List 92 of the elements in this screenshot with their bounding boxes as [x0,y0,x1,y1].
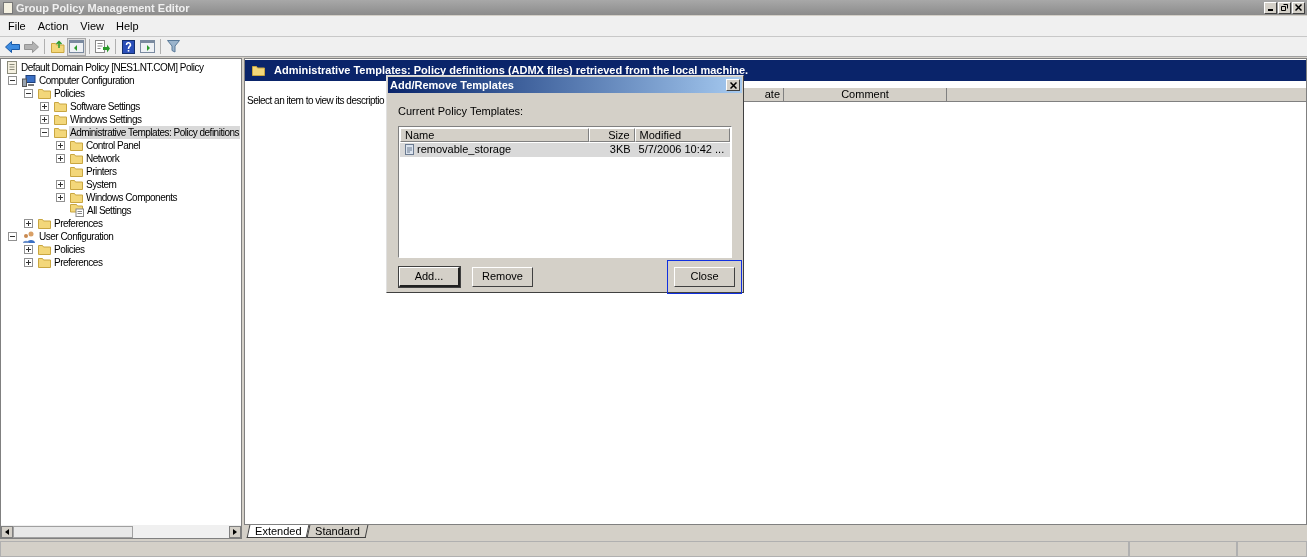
tree-pane-icon [69,40,84,53]
close-button[interactable] [726,79,740,91]
scroll-icon [6,61,18,74]
folder-icon [54,127,67,138]
expand-icon[interactable] [56,193,65,202]
close-icon [1295,4,1302,11]
collapse-icon[interactable] [40,128,49,137]
collapse-icon[interactable] [8,232,17,241]
view-tab[interactable]: Extended [246,525,310,538]
menu-item[interactable]: Action [31,17,75,35]
column-header[interactable]: Comment [783,88,947,101]
folder-icon [70,179,83,190]
users-icon [22,230,36,243]
minimize-button[interactable] [1264,1,1277,14]
toolbar-button[interactable] [119,37,138,56]
app-icon [3,1,13,14]
window-title: Group Policy Management Editor [16,0,190,15]
tree-item[interactable]: Default Domain Policy [NES1.NT.COM] Policy [20,61,205,74]
collapse-icon[interactable] [8,76,17,85]
export-list-icon [95,40,110,53]
document-icon [405,144,414,155]
scroll-right-button[interactable] [229,525,241,538]
folder-icon [38,244,51,255]
template-name: removable_storage [417,142,512,158]
restore-button[interactable] [1278,1,1291,14]
expand-icon[interactable] [40,102,49,111]
folder-icon [38,218,51,229]
template-modified: 5/7/2006 10:42 ... [637,142,726,158]
tree-item[interactable]: Administrative Templates: Policy definitions [69,126,240,139]
expand-icon[interactable] [24,245,33,254]
expand-icon[interactable] [40,115,49,124]
tree-item[interactable]: Control Panel [85,139,142,152]
expand-icon[interactable] [56,154,65,163]
template-row[interactable]: removable_storage 3KB 5/7/2006 10:42 ... [400,142,730,157]
dialog-title: Add/Remove Templates [390,77,514,93]
tree-item[interactable]: Windows Components [85,191,179,204]
computer-icon [22,74,36,87]
dialog-button[interactable]: Close [674,266,735,287]
tree-item[interactable]: User Configuration [38,230,115,243]
folder-icon [252,65,265,76]
tree-item[interactable]: Windows Settings [69,113,143,126]
tree-item[interactable]: Policies [53,87,86,100]
expand-icon[interactable] [56,141,65,150]
folder-icon [54,101,67,112]
details-title: Administrative Templates: Policy definitions (ADMX files) retrieved from the local machine. [274,63,749,79]
right-arrow-icon [233,528,237,535]
view-tab[interactable]: Standard [307,525,369,538]
tree-item[interactable]: System [85,178,118,191]
tree-item[interactable]: Policies [53,243,86,256]
folder-icon [54,114,67,125]
menu-item[interactable]: View [74,17,110,35]
column-header[interactable]: Modified [634,127,730,142]
folder-icon [70,153,83,164]
close-button[interactable] [1292,1,1305,14]
expand-icon[interactable] [24,258,33,267]
tree-item[interactable]: Software Settings [69,100,141,113]
action-pane-icon [140,40,155,53]
template-size: 3KB [608,142,632,158]
menu-item[interactable]: Help [109,17,145,35]
dialog-button[interactable]: Remove [472,266,533,287]
close-icon [729,81,737,89]
scroll-thumb[interactable] [13,525,133,538]
folder-up-icon [50,40,65,53]
folder-icon [70,166,83,177]
tree-item[interactable]: Preferences [53,217,104,230]
back-arrow-icon [5,40,20,53]
tree-item[interactable]: All Settings [86,204,133,217]
scroll-left-button[interactable] [1,525,13,538]
menu-item[interactable]: File [2,17,32,35]
horizontal-scrollbar[interactable] [1,525,241,538]
dialog-button[interactable]: Add... [399,266,460,287]
help-icon [122,39,135,54]
column-header[interactable]: ate [741,88,783,101]
folder-icon [70,192,83,203]
filter-icon [167,40,180,53]
collapse-icon[interactable] [24,89,33,98]
column-header[interactable]: Name [400,127,589,142]
tree-item[interactable]: Network [85,152,121,165]
description-text: Select an item to view its descriptio [247,95,385,106]
tree-item[interactable]: Preferences [53,256,104,269]
folder-icon [38,257,51,268]
left-arrow-icon [5,528,9,535]
column-header[interactable]: Size [588,127,635,142]
templates-label: Current Policy Templates: [398,104,525,119]
expand-icon[interactable] [56,180,65,189]
expand-icon[interactable] [24,219,33,228]
settings-list-icon [70,204,84,217]
tree-item[interactable]: Printers [85,165,118,178]
tree-item[interactable]: Computer Configuration [38,74,136,87]
folder-icon [38,88,51,99]
forward-arrow-icon [24,40,39,53]
restore-icon [1281,4,1288,11]
